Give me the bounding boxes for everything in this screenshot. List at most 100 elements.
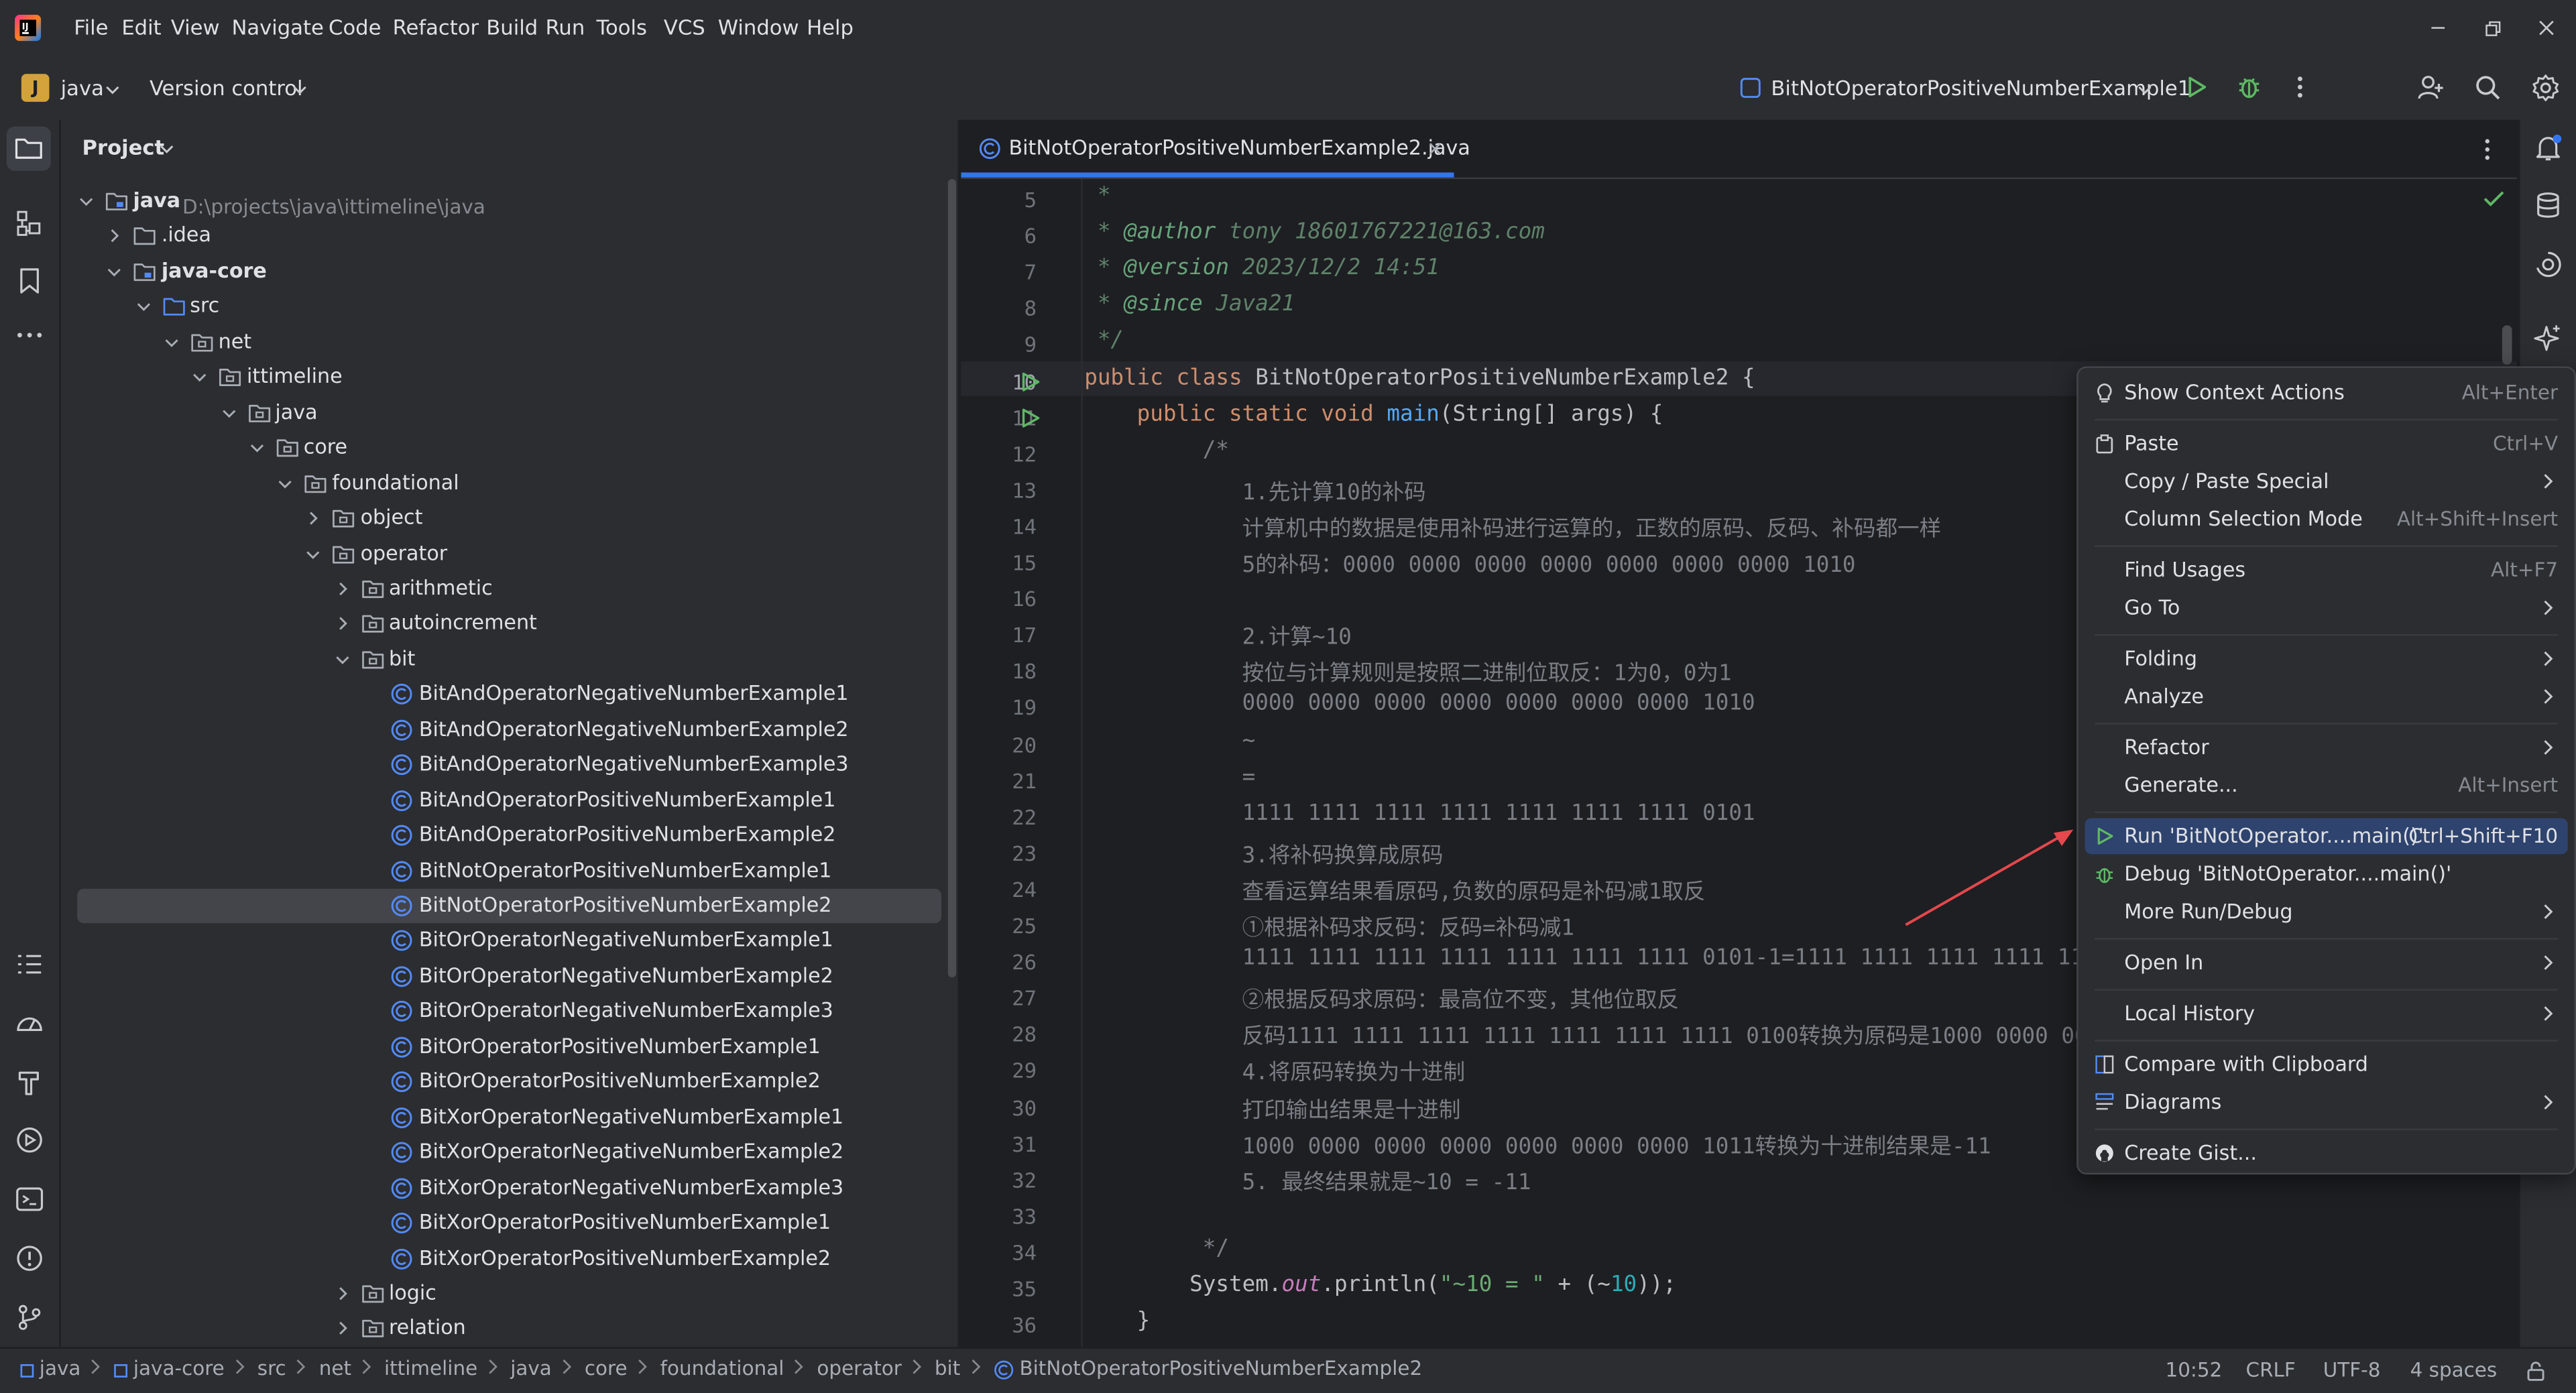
tree-folder-item[interactable]: arithmetic	[61, 572, 958, 606]
tree-folder-item[interactable]: autoincrement	[61, 607, 958, 641]
menu-file[interactable]: File	[74, 15, 108, 40]
close-tab-icon[interactable]	[1427, 141, 1442, 156]
chevron-down-icon[interactable]	[192, 370, 207, 385]
caret-position[interactable]: 10:52	[2165, 1359, 2222, 1382]
tree-class-item[interactable]: BitOrOperatorNegativeNumberExample1	[61, 924, 958, 958]
project-badge[interactable]: J	[21, 74, 50, 102]
chevron-right-icon[interactable]	[107, 229, 122, 244]
tree-class-item[interactable]: BitOrOperatorPositiveNumberExample1	[61, 1030, 958, 1064]
editor-tab-title[interactable]: BitNotOperatorPositiveNumberExample2.jav…	[1008, 136, 1470, 159]
structure-icon[interactable]	[15, 208, 44, 238]
tree-class-item[interactable]: BitXorOperatorPositiveNumberExample1	[61, 1206, 958, 1240]
version-control-button[interactable]: Version control	[150, 76, 303, 101]
problems-icon[interactable]	[15, 1244, 44, 1273]
context-menu-item[interactable]: Generate... Alt+Insert	[2085, 767, 2567, 803]
line-ending[interactable]: CRLF	[2246, 1359, 2296, 1382]
menu-refactor[interactable]: Refactor	[393, 15, 479, 40]
breadcrumb-item[interactable]: foundational	[660, 1357, 784, 1380]
gutter-run-icon[interactable]	[1020, 407, 1040, 428]
breadcrumb-item[interactable]: core	[585, 1357, 628, 1380]
menu-build[interactable]: Build	[486, 15, 538, 40]
tree-class-item[interactable]: BitAndOperatorNegativeNumberExample2	[61, 713, 958, 747]
breadcrumb-item[interactable]: java	[40, 1357, 81, 1380]
tree-class-item[interactable]: BitAndOperatorNegativeNumberExample3	[61, 747, 958, 782]
profiler-icon[interactable]	[15, 1009, 44, 1038]
indent-setting[interactable]: 4 spaces	[2410, 1359, 2498, 1382]
context-menu-item[interactable]: Local History	[2085, 995, 2567, 1032]
context-menu-item[interactable]: Find Usages Alt+F7	[2085, 552, 2567, 588]
chevron-down-icon[interactable]	[306, 546, 321, 561]
bookmarks-icon[interactable]	[15, 266, 44, 296]
tree-class-item[interactable]: BitXorOperatorNegativeNumberExample3	[61, 1170, 958, 1205]
context-menu-item[interactable]: Copy / Paste Special	[2085, 463, 2567, 499]
breadcrumb-item[interactable]: BitNotOperatorPositiveNumberExample2	[1019, 1357, 1422, 1380]
menu-view[interactable]: View	[171, 15, 220, 40]
build-hammer-icon[interactable]	[15, 1068, 44, 1097]
tree-folder-item[interactable]: bit	[61, 642, 958, 676]
terminal-icon[interactable]	[15, 1185, 44, 1214]
context-menu-item[interactable]: Open In	[2085, 945, 2567, 981]
tree-folder-item[interactable]: relation	[61, 1311, 958, 1345]
minimize-icon[interactable]	[2428, 18, 2448, 38]
menu-vcs[interactable]: VCS	[664, 15, 705, 40]
tree-folder-item[interactable]: ittimeline	[61, 360, 958, 394]
tree-folder-item[interactable]: object	[61, 501, 958, 536]
chevron-right-icon[interactable]	[335, 617, 349, 631]
tree-folder-item[interactable]: logic	[61, 1276, 958, 1311]
tab-actions-more-icon[interactable]	[2477, 136, 2497, 162]
context-menu-item[interactable]: Go To	[2085, 590, 2567, 626]
breadcrumb-item[interactable]: net	[319, 1357, 351, 1380]
services-icon[interactable]	[15, 1126, 44, 1155]
chevron-right-icon[interactable]	[335, 1321, 349, 1336]
tree-folder-item[interactable]: src	[61, 290, 958, 324]
chevron-down-icon[interactable]	[335, 652, 349, 666]
close-window-icon[interactable]	[2536, 18, 2556, 38]
more-actions-icon[interactable]	[2288, 74, 2311, 100]
lock-edit-icon[interactable]	[2525, 1360, 2546, 1382]
menu-navigate[interactable]: Navigate	[231, 15, 323, 40]
context-menu-item[interactable]: Analyze	[2085, 678, 2567, 715]
tree-class-item[interactable]: BitOrOperatorPositiveNumberExample2	[61, 1065, 958, 1099]
tree-folder-item[interactable]: foundational	[61, 466, 958, 500]
menu-tools[interactable]: Tools	[596, 15, 646, 40]
search-icon[interactable]	[2474, 74, 2502, 102]
tree-folder-item[interactable]: net	[61, 325, 958, 359]
context-menu-item[interactable]: Refactor	[2085, 729, 2567, 766]
endpoints-icon[interactable]	[2533, 249, 2563, 279]
tree-class-item[interactable]: BitXorOperatorNegativeNumberExample2	[61, 1136, 958, 1170]
breadcrumb-item[interactable]: java-core	[133, 1357, 225, 1380]
tree-class-item[interactable]: BitXorOperatorNegativeNumberExample1	[61, 1100, 958, 1134]
tree-class-item[interactable]: BitXorOperatorPositiveNumberExample2	[61, 1241, 958, 1275]
menu-help[interactable]: Help	[807, 15, 854, 40]
context-menu-item[interactable]: Column Selection Mode Alt+Shift+Insert	[2085, 501, 2567, 537]
tree-class-item[interactable]: BitAndOperatorPositiveNumberExample1	[61, 783, 958, 817]
add-user-icon[interactable]	[2416, 74, 2445, 102]
editor-scrollbar[interactable]	[2502, 325, 2512, 365]
chevron-right-icon[interactable]	[335, 1286, 349, 1301]
context-menu-item[interactable]: Diagrams	[2085, 1084, 2567, 1120]
breadcrumb-item[interactable]: java	[510, 1357, 552, 1380]
debug-icon[interactable]	[2236, 74, 2262, 100]
tree-class-item[interactable]: BitOrOperatorNegativeNumberExample2	[61, 959, 958, 993]
context-menu-item[interactable]: Run 'BitNotOperator....main()' Ctrl+Shift…	[2085, 818, 2568, 855]
breadcrumb-item[interactable]: ittimeline	[384, 1357, 477, 1380]
project-name[interactable]: java	[61, 76, 104, 101]
run-icon[interactable]	[2185, 76, 2208, 99]
context-menu-item[interactable]: Paste Ctrl+V	[2085, 426, 2567, 462]
file-encoding[interactable]: UTF-8	[2323, 1359, 2381, 1382]
ai-assistant-icon[interactable]	[2533, 324, 2563, 353]
more-tools-icon[interactable]	[15, 327, 44, 344]
tree-folder-item[interactable]: java-core	[61, 255, 958, 289]
settings-gear-icon[interactable]	[2532, 74, 2560, 102]
chevron-down-icon[interactable]	[249, 440, 264, 455]
context-menu-item[interactable]: Compare with Clipboard	[2085, 1046, 2567, 1083]
tree-class-item[interactable]: BitAndOperatorPositiveNumberExample2	[61, 819, 958, 853]
tree-folder-item[interactable]: java	[61, 396, 958, 430]
breadcrumb-item[interactable]: src	[257, 1357, 286, 1380]
menu-edit[interactable]: Edit	[121, 15, 161, 40]
chevron-down-icon[interactable]	[164, 335, 179, 349]
menu-code[interactable]: Code	[329, 15, 381, 40]
context-menu-item[interactable]: Create Gist...	[2085, 1135, 2567, 1171]
chevron-down-icon[interactable]	[135, 300, 150, 314]
chevron-down-icon[interactable]	[221, 406, 236, 420]
